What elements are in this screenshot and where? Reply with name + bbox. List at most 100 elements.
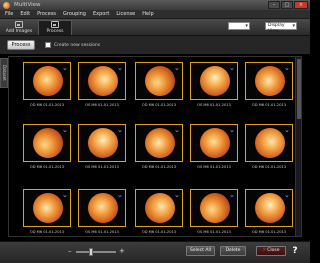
process-tab-label: Process: [46, 29, 64, 34]
menu-grouping[interactable]: Grouping: [63, 11, 86, 17]
close-button[interactable]: ✕Close: [256, 246, 286, 256]
fundus-image: [88, 128, 118, 158]
image-thumbnail[interactable]: ⌄: [135, 189, 183, 227]
window-title: MultiView: [14, 2, 41, 8]
delete-button[interactable]: Delete: [220, 246, 246, 256]
window-close-button[interactable]: ×: [294, 1, 308, 9]
thumbnail-caption: OD M6 01-01-2013: [141, 230, 177, 234]
image-thumbnail[interactable]: ⌄: [190, 189, 238, 227]
image-thumbnail[interactable]: ⌄: [245, 62, 293, 100]
close-button-label: Close: [267, 248, 280, 253]
title-bar: MultiView – □ ×: [0, 0, 310, 10]
selection-check-icon[interactable]: ⌄: [117, 127, 123, 134]
fundus-image: [255, 193, 285, 223]
process-options-bar: Process Create new sessions: [0, 36, 310, 54]
select-all-button[interactable]: Select All: [186, 246, 215, 256]
selection-check-icon[interactable]: ⌄: [117, 65, 123, 72]
thumbnail-caption: OD M6 01-01-2013: [29, 103, 65, 107]
image-thumbnail[interactable]: ⌄: [23, 62, 71, 100]
add-images-button[interactable]: Add Images: [2, 20, 36, 35]
create-sessions-label: Create new sessions: [54, 42, 101, 48]
bottom-bar: – + Select All Delete ✕Close ?: [0, 241, 310, 263]
fundus-image: [200, 66, 230, 96]
add-images-label: Add Images: [5, 29, 33, 34]
image-thumbnail[interactable]: ⌄: [78, 189, 126, 227]
zoom-out-icon[interactable]: –: [68, 248, 72, 255]
selection-check-icon[interactable]: ⌄: [174, 127, 180, 134]
menu-edit[interactable]: Edit: [20, 11, 30, 17]
window-controls: – □ ×: [268, 1, 308, 9]
image-thumbnail[interactable]: ⌄: [190, 124, 238, 162]
add-images-icon: [15, 21, 23, 28]
fundus-image: [33, 128, 63, 158]
selection-check-icon[interactable]: ⌄: [284, 65, 290, 72]
process-icon: [51, 21, 59, 28]
toolbar: Add Images Process Display View: [0, 19, 310, 36]
selection-check-icon[interactable]: ⌄: [62, 65, 68, 72]
thumbnail-caption: OD M6 01-01-2013: [251, 230, 287, 234]
image-thumbnail[interactable]: ⌄: [190, 62, 238, 100]
fundus-image: [145, 66, 175, 96]
fundus-image: [200, 193, 230, 223]
selection-check-icon[interactable]: ⌄: [229, 127, 235, 134]
thumbnail-caption: OD M6 01-01-2013: [251, 103, 287, 107]
thumbnail-caption: OS M6 01-01-2013: [197, 103, 231, 107]
image-thumbnail[interactable]: ⌄: [23, 189, 71, 227]
menu-process[interactable]: Process: [37, 11, 56, 17]
view-select[interactable]: [228, 22, 250, 30]
image-thumbnail[interactable]: ⌄: [135, 62, 183, 100]
vertical-scrollbar[interactable]: [295, 57, 301, 236]
fundus-image: [88, 193, 118, 223]
selection-check-icon[interactable]: ⌄: [229, 65, 235, 72]
process-tab-button[interactable]: Process: [38, 20, 72, 35]
zoom-in-icon[interactable]: +: [119, 248, 125, 255]
fundus-image: [33, 193, 63, 223]
thumbnail-caption: OD M6 01-01-2013: [141, 103, 177, 107]
help-icon[interactable]: ?: [290, 246, 300, 257]
selection-check-icon[interactable]: ⌄: [284, 192, 290, 199]
image-thumbnail[interactable]: ⌄: [245, 124, 293, 162]
menu-export[interactable]: Export: [93, 11, 109, 17]
fundus-image: [33, 66, 63, 96]
dataset-side-tab[interactable]: Dataset: [0, 58, 8, 88]
thumbnail-caption: OS M6 01-01-2013: [85, 103, 119, 107]
selection-check-icon[interactable]: ⌄: [229, 192, 235, 199]
fundus-image: [145, 193, 175, 223]
menu-license[interactable]: License: [116, 11, 135, 17]
image-thumbnail[interactable]: ⌄: [245, 189, 293, 227]
menu-bar: File Edit Process Grouping Export Licens…: [0, 10, 310, 19]
thumbnail-caption: OD M6 01-01-2013: [29, 165, 65, 169]
scrollbar-thumb[interactable]: [297, 59, 301, 119]
zoom-slider[interactable]: [76, 248, 116, 256]
selection-check-icon[interactable]: ⌄: [284, 127, 290, 134]
menu-help[interactable]: Help: [142, 11, 153, 17]
create-sessions-checkbox[interactable]: [45, 42, 51, 48]
image-thumbnail[interactable]: ⌄: [78, 62, 126, 100]
minimize-button[interactable]: –: [268, 1, 280, 9]
thumbnail-grid: ⌄ OD M6 01-01-2013 ⌄ OS M6 01-01-2013 ⌄ OD M6…: [8, 56, 302, 237]
image-thumbnail[interactable]: ⌄: [23, 124, 71, 162]
thumbnail-caption: OS M6 01-01-2013: [85, 165, 119, 169]
selection-check-icon[interactable]: ⌄: [174, 65, 180, 72]
thumbnail-caption: OS M6 01-01-2013: [197, 165, 231, 169]
image-thumbnail[interactable]: ⌄: [78, 124, 126, 162]
selection-check-icon[interactable]: ⌄: [117, 192, 123, 199]
thumbnail-caption: OD M6 01-01-2013: [251, 165, 287, 169]
thumbnail-caption: OS M6 01-01-2013: [197, 230, 231, 234]
display-view-select[interactable]: Display View: [265, 22, 297, 34]
selection-check-icon[interactable]: ⌄: [62, 127, 68, 134]
image-thumbnail[interactable]: ⌄: [135, 124, 183, 162]
app-logo-icon: [3, 1, 10, 9]
process-button[interactable]: Process: [7, 40, 35, 50]
fundus-image: [255, 66, 285, 96]
thumbnail-caption: OD M6 01-01-2013: [29, 230, 65, 234]
menu-file[interactable]: File: [5, 11, 13, 17]
zoom-slider-knob[interactable]: [89, 248, 93, 256]
thumbnail-caption: OS M6 01-01-2013: [85, 230, 119, 234]
fundus-image: [88, 66, 118, 96]
fundus-image: [145, 128, 175, 158]
selection-check-icon[interactable]: ⌄: [174, 192, 180, 199]
selection-check-icon[interactable]: ⌄: [62, 192, 68, 199]
fundus-image: [200, 128, 230, 158]
maximize-button[interactable]: □: [281, 1, 293, 9]
